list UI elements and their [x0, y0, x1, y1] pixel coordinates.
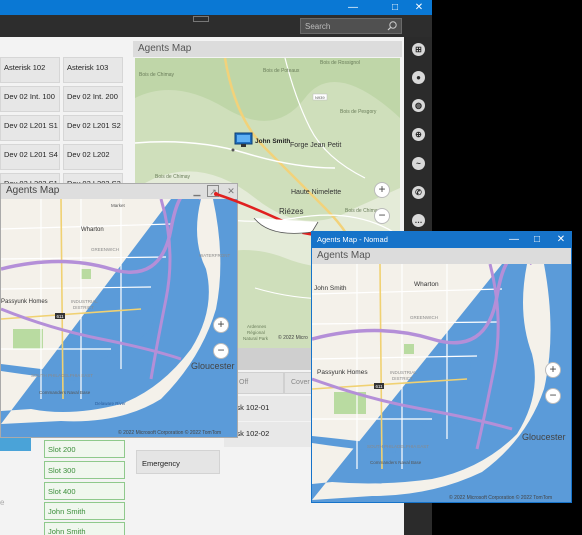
map-label: Wharton [414, 281, 439, 288]
slot-tile[interactable]: John Smith [44, 502, 125, 520]
place-label: Bois de Chimay [139, 72, 175, 78]
selected-indicator [0, 438, 31, 451]
slot-tile[interactable]: Slot 300 [44, 461, 125, 479]
map-label: John Smith [314, 285, 347, 292]
map-label: INDUSTRIAL [71, 299, 98, 304]
partial-label: e [0, 498, 5, 507]
emergency-tile[interactable]: Emergency [136, 450, 220, 474]
globe-icon[interactable]: ◍ [412, 99, 425, 112]
map-copyright: © 2022 Microsoft Corporation © 2022 TomT… [118, 429, 221, 436]
place-label: Bois de Chimay [155, 174, 191, 180]
user-icon[interactable]: ● [412, 71, 425, 84]
place-label: Bois de Rossignol [320, 60, 360, 66]
zoom-in-button[interactable]: + [213, 317, 229, 333]
search-input[interactable] [305, 21, 385, 32]
map-label: Commanders Naval Base [370, 460, 422, 465]
close-button[interactable]: ✕ [550, 232, 571, 248]
road-label: N939 [315, 95, 325, 100]
extension-tile[interactable]: Dev 02 Int. 200 [63, 86, 123, 112]
agent-name-label: John Smith [255, 138, 290, 145]
activity-icon[interactable]: ~ [412, 157, 425, 170]
nomad-title: Agents Map - Nomad [317, 235, 388, 244]
map-label: Passyunk Homes [1, 299, 48, 305]
map-label: WATERFRONT [199, 253, 230, 258]
map-copyright: © 2022 Microsoft Corporation © 2022 TomT… [449, 494, 552, 501]
close-button[interactable]: ✕ [408, 0, 430, 15]
place-label: Bois de Pesgory [340, 109, 377, 115]
highway-shield: 611 [57, 314, 65, 319]
place-label: Natural Park [243, 336, 269, 341]
extension-tile[interactable]: Asterisk 103 [63, 57, 123, 83]
extension-tile[interactable]: Dev 02 L201 S4 [0, 144, 60, 170]
zoom-out-button[interactable]: − [213, 343, 229, 359]
floating-window-title: Agents Map [6, 185, 60, 196]
phone-icon[interactable]: ✆ [412, 186, 425, 199]
place-label: Ardennes [247, 324, 267, 329]
map-label: Market [111, 203, 126, 208]
philly-map-svg: Wharton Market GREENWICH WATERFRONT Pass… [1, 199, 237, 437]
extension-tile[interactable]: Dev 02 L201 S2 [63, 115, 123, 141]
city-map[interactable]: Wharton John Smith GREENWICH Passyunk Ho… [312, 264, 571, 502]
slot-tile[interactable]: Slot 200 [44, 440, 125, 458]
map-label: Gloucester [191, 361, 235, 371]
map-label: SOUTH PHILADELPHIA EAST [367, 444, 429, 449]
map-label: Wharton [81, 227, 104, 233]
extension-tile[interactable]: Dev 02 Int. 100 [0, 86, 60, 112]
philly-map-svg: Wharton John Smith GREENWICH Passyunk Ho… [312, 264, 571, 502]
minimize-icon[interactable]: ▁ [191, 185, 203, 197]
title-bar: — □ ✕ [0, 0, 432, 15]
extension-tile[interactable]: Dev 02 L202 [63, 144, 123, 170]
map-label: Gloucester [522, 432, 566, 442]
maximize-button[interactable]: □ [526, 232, 548, 248]
extension-tile[interactable]: Dev 02 L201 S1 [0, 115, 60, 141]
chat-icon[interactable]: … [412, 214, 425, 227]
minimize-button[interactable]: — [342, 0, 364, 15]
search-icon[interactable] [386, 20, 398, 32]
map-label: SOUTH PHILADELPHIA EAST [31, 373, 93, 378]
grid-icon[interactable]: ⊞ [412, 43, 425, 56]
zoom-out-button[interactable]: − [374, 208, 390, 224]
map-copyright: © 2022 Micro [278, 334, 308, 341]
place-label: Bois de Poteaux [263, 68, 300, 74]
tab-handle[interactable] [193, 16, 209, 22]
nomad-window[interactable]: Agents Map - Nomad — □ ✕ Agents Map Whar… [311, 231, 572, 503]
maximize-button[interactable]: □ [384, 0, 406, 15]
minimize-button[interactable]: — [503, 232, 525, 248]
cover-button[interactable]: Cover [284, 372, 314, 394]
floating-map-window[interactable]: Agents Map ▁ ↗ ✕ Wharton Market GREENWIC… [0, 183, 238, 438]
map-label: DISTRICT [392, 376, 413, 381]
slot-tile[interactable]: John Smith [44, 522, 125, 535]
map-label: GREENWICH [410, 315, 438, 320]
city-map[interactable]: Wharton Market GREENWICH WATERFRONT Pass… [1, 199, 237, 437]
zoom-in-button[interactable]: + [545, 362, 561, 378]
map-label: GREENWICH [91, 247, 119, 252]
extension-tile[interactable]: Asterisk 102 [0, 57, 60, 83]
map-label: DISTRICT [73, 305, 94, 310]
place-label: Régional [247, 330, 265, 335]
map-label: INDUSTRIAL [390, 370, 417, 375]
agents-map-header: Agents Map [133, 41, 402, 57]
slot-tile[interactable]: Slot 400 [44, 482, 125, 500]
network-icon[interactable]: ⊕ [412, 128, 425, 141]
map-label: Delaware River [95, 401, 126, 406]
search-box[interactable] [300, 18, 402, 34]
nomad-map-header: Agents Map [312, 248, 571, 264]
place-label: Forge Jean Petit [290, 142, 341, 149]
zoom-out-button[interactable]: − [545, 388, 561, 404]
map-label: Passyunk Homes [317, 369, 368, 376]
zoom-in-button[interactable]: + [374, 182, 390, 198]
highway-shield: 611 [376, 384, 384, 389]
map-label: Commanders Naval Base [39, 390, 91, 395]
